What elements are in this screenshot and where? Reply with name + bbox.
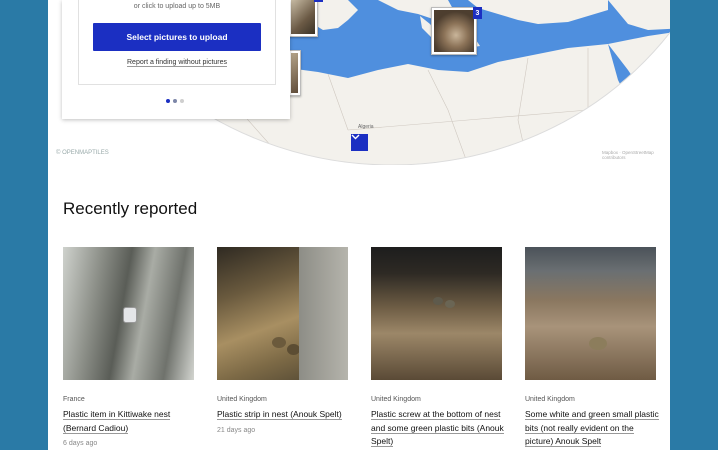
report-age: 21 days ago — [217, 427, 256, 434]
report-title-text: Plastic strip in nest (Anouk Spelt) — [217, 409, 342, 420]
expand-map-button[interactable] — [351, 134, 368, 151]
report-card[interactable]: United Kingdom Plastic strip in nest (An… — [217, 247, 348, 434]
report-photo[interactable] — [217, 247, 348, 380]
findings-map[interactable]: 3 Algeria © OPENMAPTILES Mapbox · OpenSt… — [48, 0, 670, 165]
carousel-dot-3[interactable] — [180, 99, 184, 103]
report-photo[interactable] — [525, 247, 656, 380]
section-title: Recently reported — [63, 199, 198, 218]
page: 3 Algeria © OPENMAPTILES Mapbox · OpenSt… — [48, 0, 670, 450]
report-age: 6 days ago — [63, 440, 98, 447]
report-photo[interactable] — [371, 247, 502, 380]
upload-dropzone[interactable]: or click to upload up to 5MB Select pict… — [78, 0, 276, 85]
report-country: United Kingdom — [525, 396, 575, 403]
carousel-dot-2[interactable] — [173, 99, 177, 103]
report-card[interactable]: France Plastic item in Kittiwake nest (B… — [63, 247, 194, 447]
upload-hint: or click to upload up to 5MB — [133, 3, 221, 10]
report-title[interactable]: Plastic screw at the bottom of nest and … — [371, 408, 506, 449]
map-photo-marker[interactable] — [288, 0, 318, 37]
report-title[interactable]: Plastic strip in nest (Anouk Spelt) — [217, 408, 352, 422]
map-attribution[interactable]: Mapbox · OpenStreetMap contributors — [602, 150, 670, 160]
report-title-text: Plastic item in Kittiwake nest (Bernard … — [63, 409, 171, 434]
report-title[interactable]: Some white and green small plastic bits … — [525, 408, 660, 449]
report-card[interactable]: United Kingdom Some white and green smal… — [525, 247, 659, 447]
cluster-count-badge-edge[interactable] — [314, 0, 323, 2]
report-country: France — [63, 396, 85, 403]
report-country: United Kingdom — [371, 396, 421, 403]
report-country: United Kingdom — [217, 396, 267, 403]
cluster-count-badge[interactable]: 3 — [473, 7, 482, 19]
map-attribution-logo[interactable]: © OPENMAPTILES — [56, 150, 109, 156]
map-photo-marker[interactable] — [431, 7, 477, 55]
map-country-label: Algeria — [358, 124, 374, 130]
report-title-text: Plastic screw at the bottom of nest and … — [371, 409, 504, 447]
report-without-pictures-label: Report a finding without pictures — [127, 59, 227, 67]
chevron-down-icon — [351, 134, 360, 140]
carousel-dot-1[interactable] — [166, 99, 170, 103]
report-title-text: Some white and green small plastic bits … — [525, 409, 659, 447]
report-card[interactable]: United Kingdom Plastic screw at the bott… — [371, 247, 504, 447]
upload-card: or click to upload up to 5MB Select pict… — [62, 0, 290, 119]
select-pictures-button[interactable]: Select pictures to upload — [93, 23, 261, 51]
report-without-pictures-link[interactable]: Report a finding without pictures — [79, 59, 275, 67]
report-title[interactable]: Plastic item in Kittiwake nest (Bernard … — [63, 408, 198, 435]
carousel-dots — [166, 99, 184, 103]
report-photo[interactable] — [63, 247, 194, 380]
